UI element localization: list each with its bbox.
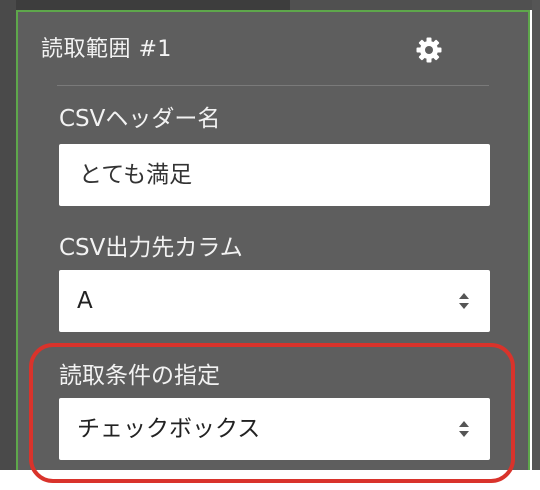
header-divider	[57, 85, 489, 86]
background-left	[0, 0, 16, 470]
screen: 読取範囲 #1 CSVヘッダー名 とても満足 CSV出力先カラム A 読取条件の…	[0, 0, 540, 490]
csv-header-name-label: CSVヘッダー名	[59, 106, 221, 132]
csv-output-column-select[interactable]: A	[59, 270, 490, 332]
highlight-annotation	[29, 343, 515, 483]
panel-title: 読取範囲 #1	[41, 37, 172, 62]
select-arrows-icon	[459, 293, 469, 309]
csv-output-column-value: A	[77, 288, 93, 314]
background-top-right	[290, 0, 540, 10]
csv-output-column-label: CSV出力先カラム	[59, 235, 243, 261]
gear-icon[interactable]	[415, 36, 443, 64]
csv-header-name-input[interactable]: とても満足	[59, 144, 490, 206]
background-right	[532, 0, 540, 470]
panel-header: 読取範囲 #1	[41, 22, 489, 84]
